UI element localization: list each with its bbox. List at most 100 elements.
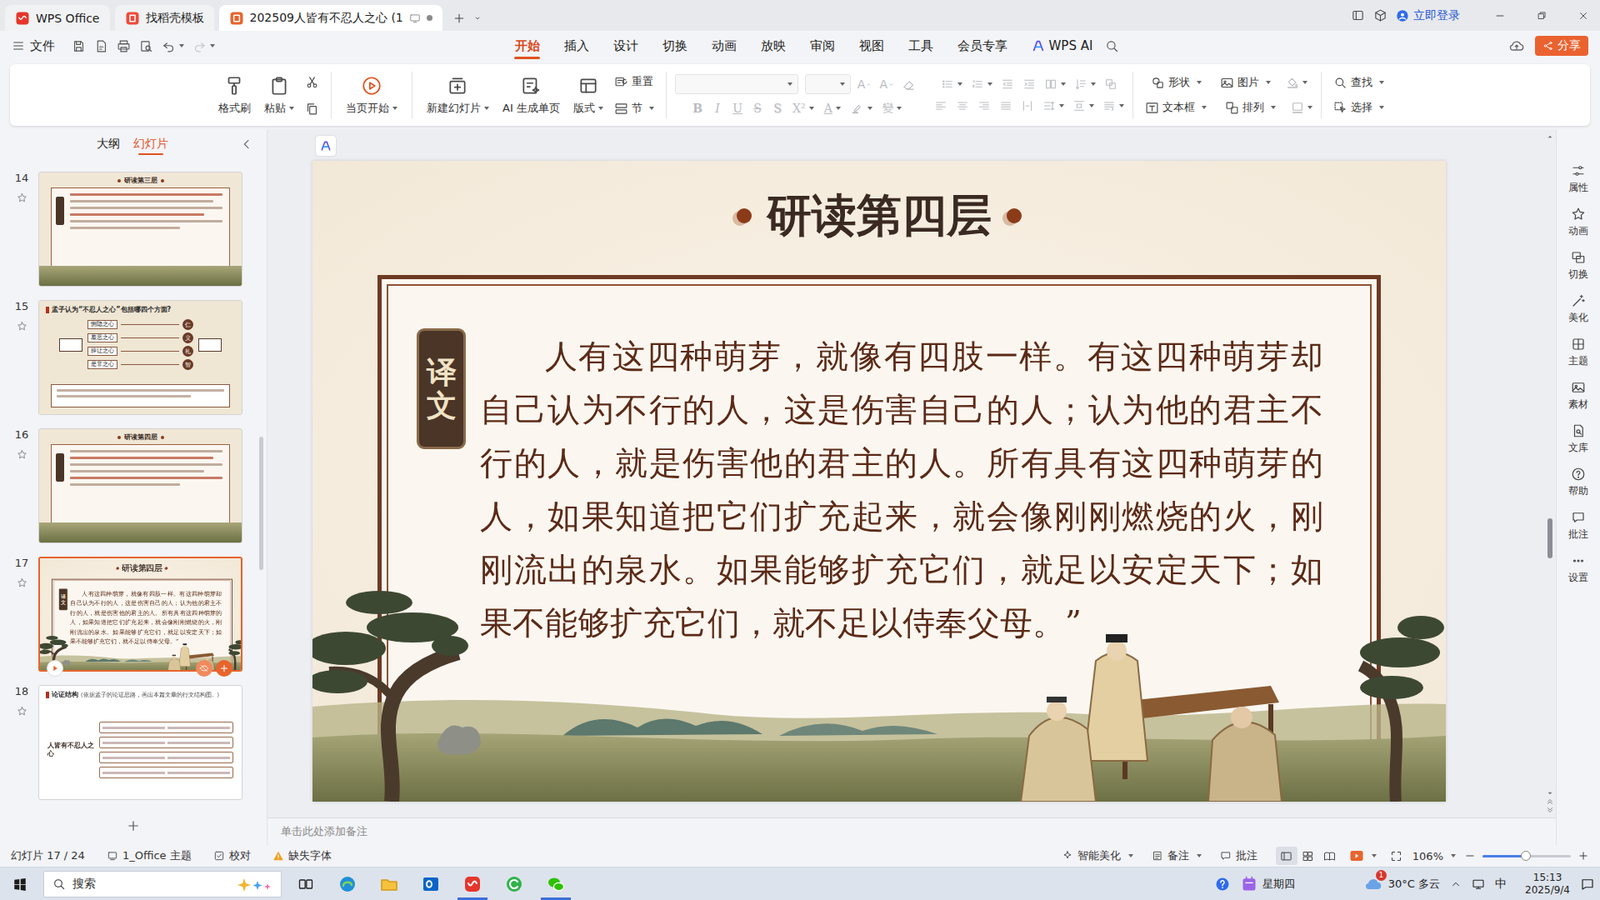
chevron-down-icon[interactable] (472, 13, 483, 24)
ribbon-tab[interactable]: 会员专享 (945, 30, 1020, 61)
close-button[interactable] (1566, 0, 1600, 31)
document-tab[interactable]: WPS Office (5, 5, 110, 31)
justify-button[interactable] (999, 99, 1013, 113)
grow-font-button[interactable]: A (857, 77, 874, 91)
panel-tab[interactable]: 幻灯片 (133, 129, 169, 160)
font-size-field[interactable] (805, 74, 851, 95)
distribute-button[interactable] (1020, 99, 1035, 113)
plus-icon[interactable] (452, 11, 466, 25)
document-tab[interactable]: 202509人皆有不忍人之心 (1 (219, 5, 443, 31)
cloud-sync-icon[interactable] (1508, 37, 1525, 55)
textbox-button[interactable]: 文本框 (1141, 97, 1210, 118)
view-button[interactable] (1275, 846, 1298, 865)
translation-text[interactable]: 人有这四种萌芽，就像有四肢一样。有这四种萌芽却自己认为不行的人，这是伤害自己的人… (70, 589, 222, 647)
theme-name[interactable]: 1_Office 主题 (106, 848, 192, 864)
scroll-down-icon[interactable] (1545, 789, 1555, 798)
zoom-out-icon[interactable] (1464, 850, 1476, 862)
outline-button[interactable] (1290, 100, 1313, 115)
shape-button[interactable]: 形状 (1147, 72, 1205, 93)
align-left-button[interactable] (934, 99, 948, 113)
add-slide-button[interactable] (215, 660, 233, 677)
line-spacing-button[interactable] (1042, 99, 1065, 113)
side-tool[interactable]: 设置 (1568, 547, 1589, 591)
ribbon-tab[interactable]: 插入 (551, 30, 601, 61)
clear-format-icon[interactable] (901, 77, 916, 92)
ribbon-tab[interactable]: 视图 (846, 30, 896, 61)
zoom-slider[interactable] (1482, 855, 1571, 858)
side-tool[interactable]: 动画 (1568, 200, 1589, 245)
proofing-button[interactable]: 校对 (213, 848, 251, 864)
calendar-widget[interactable]: 星期四 (1240, 875, 1295, 893)
next-slide-icon[interactable] (1545, 805, 1555, 815)
slide-thumbnail[interactable]: 研读第四层 (38, 428, 243, 544)
previous-slide-icon[interactable] (1545, 797, 1555, 806)
highlight-button[interactable] (850, 101, 873, 115)
decrease-indent-button[interactable] (1000, 77, 1015, 91)
cube-icon[interactable] (1373, 8, 1388, 23)
font-style-button[interactable]: U (732, 101, 743, 115)
network-icon[interactable] (1471, 877, 1485, 891)
star-icon[interactable] (16, 449, 28, 460)
notes-field[interactable]: 单击此处添加备注 (267, 817, 1556, 845)
taskbar-app[interactable] (410, 867, 452, 900)
vertical-align-button[interactable] (1072, 99, 1095, 113)
task-view-button[interactable] (285, 867, 327, 900)
reset-button[interactable]: 重置 (610, 71, 658, 92)
play-button[interactable]: 当页开始 (340, 75, 404, 116)
zoom-in-icon[interactable] (1577, 850, 1590, 862)
minimize-button[interactable] (1483, 0, 1517, 31)
font-style-button[interactable]: S (772, 101, 783, 115)
ai-button[interactable] (315, 135, 336, 156)
input-method[interactable]: 中 (1495, 876, 1507, 892)
ribbon-tab[interactable]: 放映 (748, 30, 798, 61)
document-tab[interactable]: 找稻壳模板 (115, 5, 215, 31)
font-style-button[interactable]: 變 (882, 100, 902, 116)
copy-button[interactable] (301, 98, 323, 119)
ribbon-tab[interactable]: 工具 (895, 30, 945, 61)
hide-button[interactable] (195, 660, 213, 677)
select-button[interactable]: 选择 (1330, 97, 1388, 118)
add-slide-button[interactable] (0, 806, 267, 845)
ribbon-tab[interactable]: WPS AI (1019, 30, 1105, 61)
layout-button[interactable]: 版式 (567, 75, 610, 116)
section-button[interactable]: 节 (610, 98, 658, 119)
zoom-level[interactable]: 106% (1412, 850, 1456, 863)
ribbon-tab[interactable]: 动画 (699, 30, 749, 61)
clock[interactable]: 15:132025/9/4 (1525, 871, 1570, 897)
side-tool[interactable]: 素材 (1568, 374, 1589, 418)
restore-button[interactable] (1525, 0, 1559, 31)
zoom-thumb[interactable] (1520, 850, 1531, 861)
star-icon[interactable] (16, 320, 28, 332)
side-tool[interactable]: 文库 (1568, 417, 1589, 461)
increase-indent-button[interactable] (1022, 77, 1036, 91)
panel-tab[interactable]: 大纲 (96, 129, 120, 160)
quick-tool[interactable] (161, 39, 185, 54)
help-icon[interactable] (1214, 875, 1231, 893)
notifications-icon[interactable] (1580, 876, 1595, 892)
arrange-button[interactable]: 排列 (1221, 97, 1280, 118)
ribbon-tab[interactable]: 开始 (502, 30, 552, 61)
comments-button[interactable]: 批注 (1220, 848, 1258, 864)
chevron-up-icon[interactable] (1450, 878, 1462, 890)
ribbon-tab[interactable]: 切换 (650, 30, 700, 61)
font-style-button[interactable]: A (824, 101, 841, 115)
slide-thumbnail[interactable]: 研读第三层 (38, 171, 243, 287)
star-icon[interactable] (16, 192, 28, 204)
slide-thumbnail[interactable]: 研读第四层译文人有这四种萌芽，就像有四肢一样。有这四种萌芽却自己认为不行的人，这… (38, 556, 243, 672)
side-tool[interactable]: 主题 (1568, 330, 1589, 375)
cut-button[interactable] (301, 71, 323, 92)
file-menu[interactable]: 文件 (11, 38, 55, 55)
numbering-button[interactable] (970, 77, 993, 91)
quick-tool[interactable] (116, 39, 131, 54)
format-painter-button[interactable]: 格式刷 (212, 75, 257, 116)
scroll-thumb[interactable] (259, 436, 264, 570)
quick-tool[interactable] (192, 39, 215, 54)
collapse-button[interactable] (240, 137, 254, 154)
fit-window-icon[interactable] (1390, 850, 1403, 863)
search-icon[interactable] (1105, 39, 1120, 54)
side-tool[interactable]: 切换 (1568, 244, 1589, 288)
paragraph-button[interactable] (1102, 99, 1125, 113)
align-center-button[interactable] (955, 99, 970, 113)
share-button[interactable]: 分享 (1535, 35, 1589, 56)
convert-button[interactable] (1104, 77, 1118, 91)
